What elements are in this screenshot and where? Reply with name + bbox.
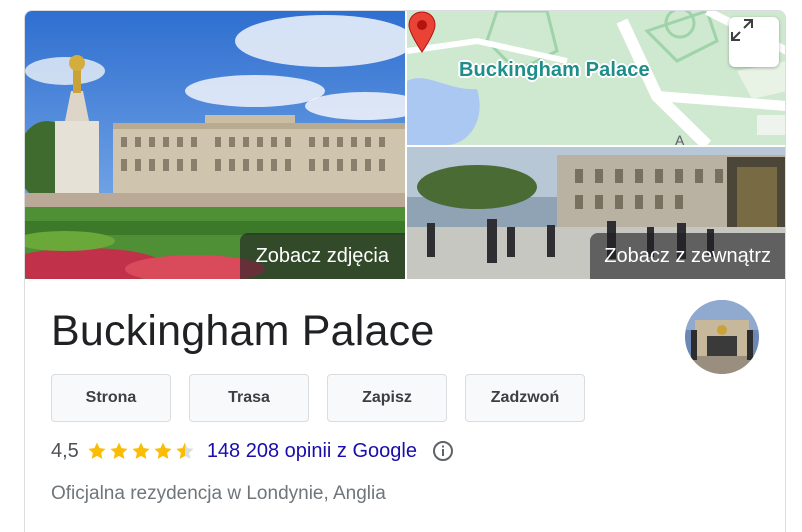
star-full-icon [132,442,150,459]
star-full-icon [154,442,172,459]
street-view-tile[interactable]: Zobacz z zewnątrz [407,147,785,279]
rating-stars [87,441,197,461]
star-full-icon [88,442,106,459]
star-half-icon [176,442,194,459]
view-photos-label[interactable]: Zobacz zdjęcia [239,233,405,279]
svg-text:Ą: Ą [675,132,685,145]
place-title: Buckingham Palace [51,307,435,355]
map-place-label: Buckingham Palace [459,59,650,81]
website-button[interactable]: Strona [51,374,171,422]
reviews-link[interactable]: 148 208 opinii z Google [207,440,417,463]
rating-row: 4,5 148 208 opinii z Google [51,437,455,465]
place-thumbnail[interactable] [685,300,759,374]
expand-map-button[interactable] [729,17,779,67]
save-button[interactable]: Zapisz [327,374,447,422]
photos-tile[interactable]: Zobacz zdjęcia [25,11,405,279]
map-tile[interactable]: Ą Buckingham Palace [407,11,785,145]
action-buttons: Strona Trasa Zapisz Zadzwoń [51,374,585,422]
info-icon[interactable] [431,439,455,463]
star-full-icon [110,442,128,459]
place-description: Oficjalna rezydencja w Londynie, Anglia [51,483,386,504]
directions-button[interactable]: Trasa [189,374,309,422]
location-pin-icon [408,11,436,53]
knowledge-panel: Zobacz zdjęcia Ą Buckingham Palace Zobac… [24,10,786,532]
palace-thumbnail-image [685,300,759,374]
expand-icon [731,19,753,41]
rating-value: 4,5 [51,439,79,462]
call-button[interactable]: Zadzwoń [465,374,585,422]
street-view-label[interactable]: Zobacz z zewnątrz [590,233,785,279]
